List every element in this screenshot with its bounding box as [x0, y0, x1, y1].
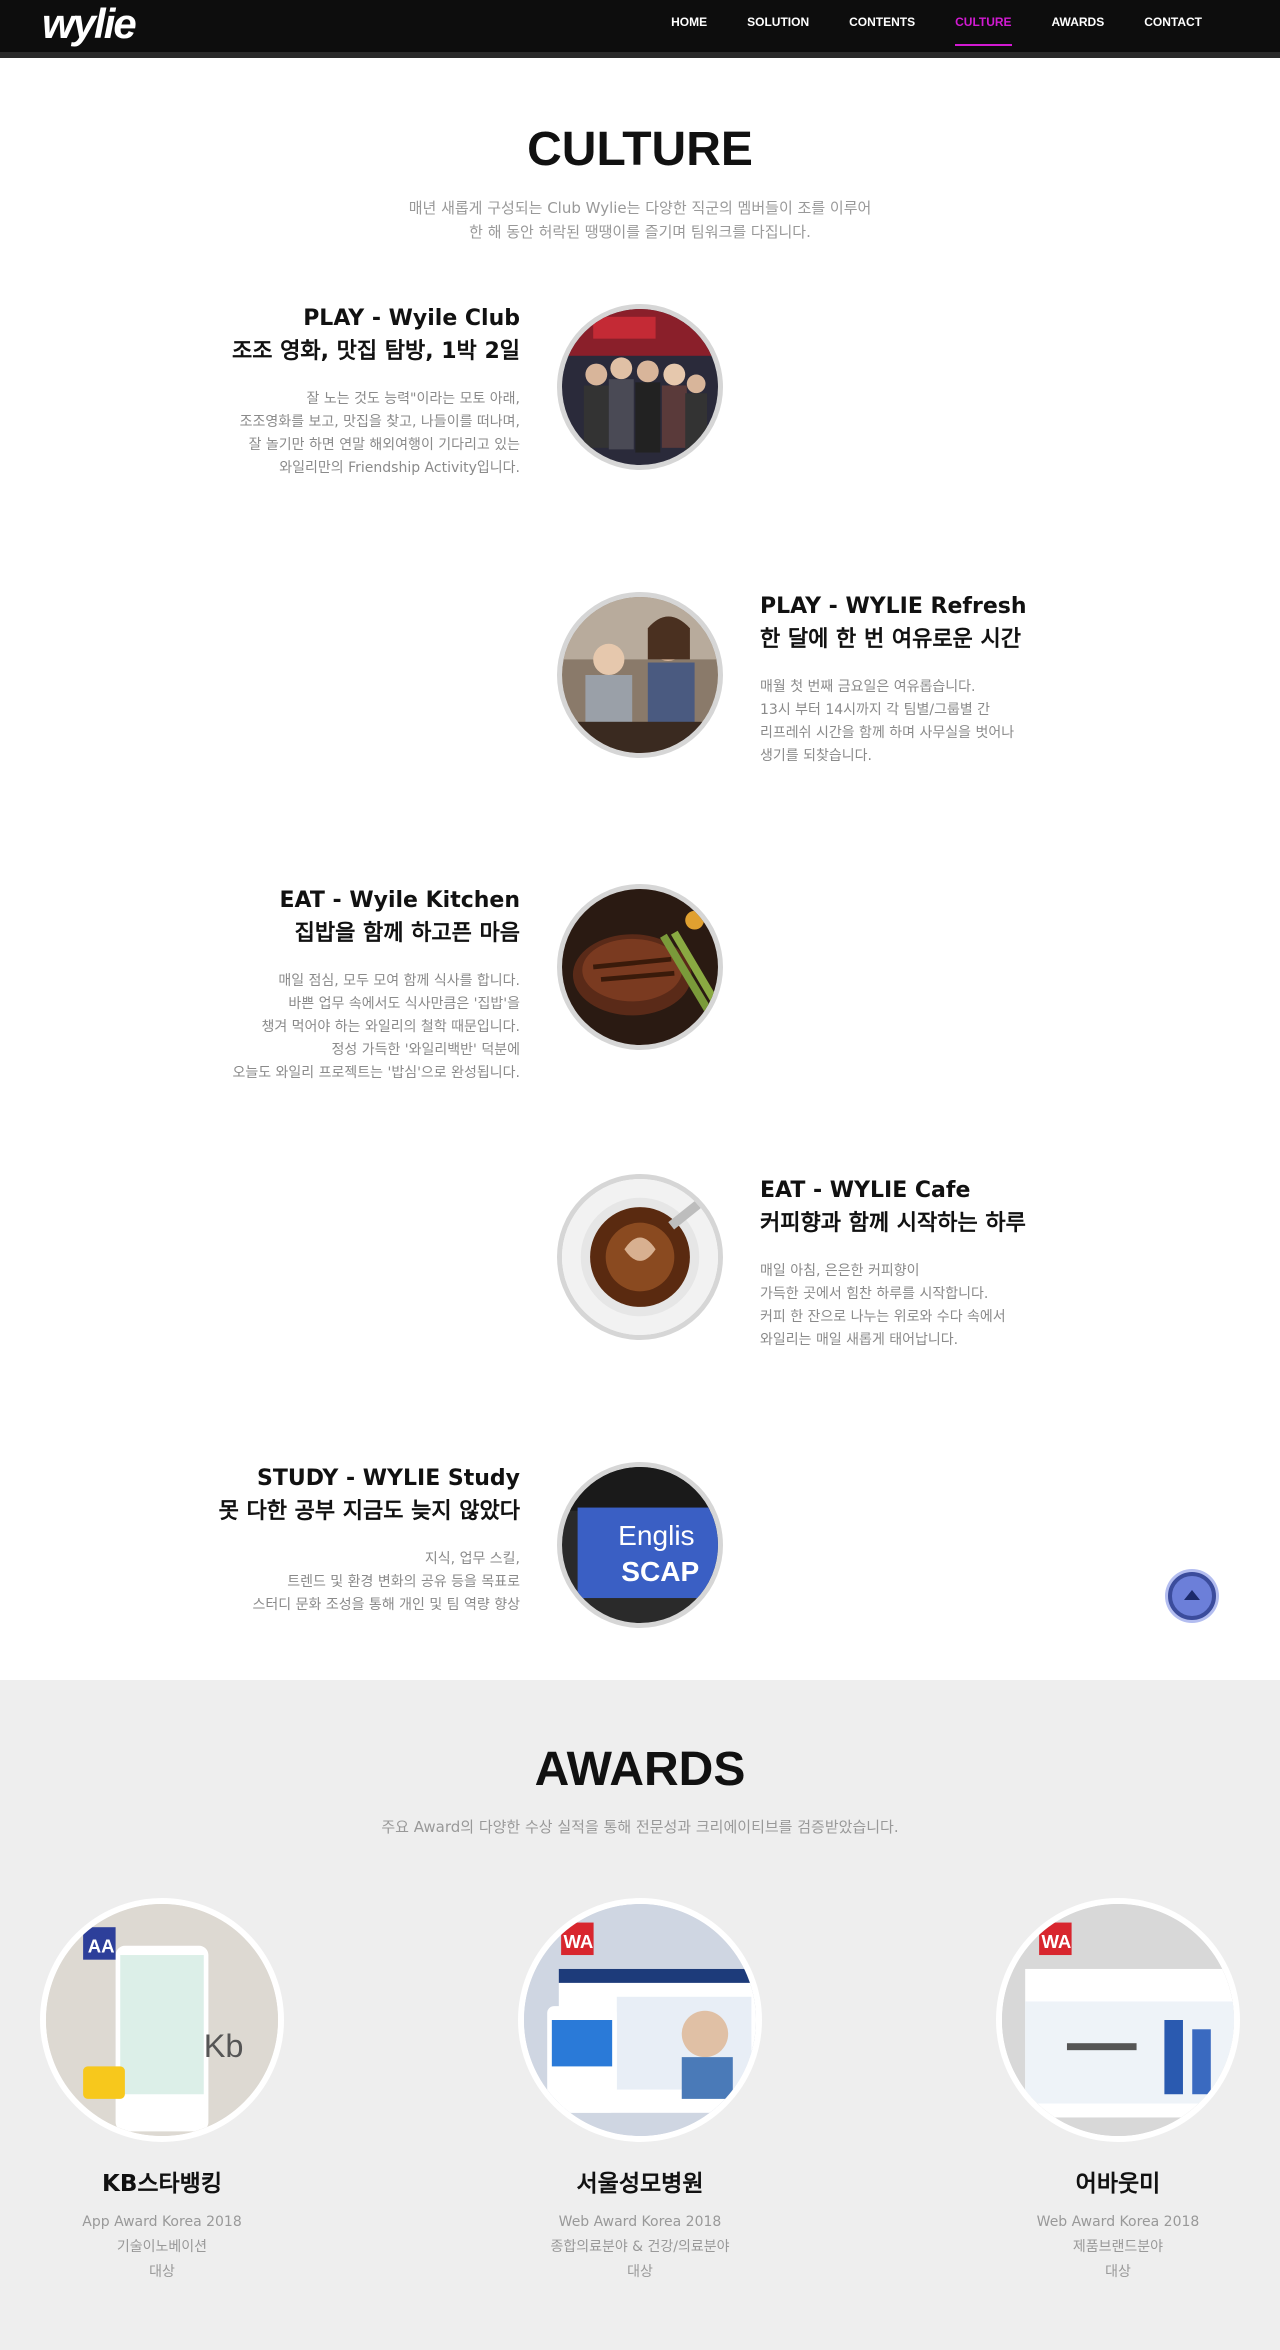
- award-item-seoul-st-mary[interactable]: WA 서울성모병원 Web Award Korea 2018 종합의료분야 & …: [500, 1898, 780, 2285]
- award-image: WA: [518, 1898, 762, 2142]
- item-line: 가득한 곳에서 힘찬 하루를 시작합니다.: [760, 1286, 989, 1302]
- culture-desc-line: 한 해 동안 허락된 땡땡이를 즐기며 팀워크를 다집니다.: [469, 223, 811, 241]
- culture-item-play-club: PLAY - Wyile Club 조조 영화, 맛집 탐방, 1박 2일 잘 …: [100, 302, 520, 480]
- item-line: 정성 가득한 '와일리백반' 덕분에: [331, 1042, 521, 1058]
- award-name: 어바웃미: [1075, 2171, 1161, 2197]
- award-name: 서울성모병원: [576, 2171, 704, 2197]
- award-details: App Award Korea 2018 기술이노베이션 대상: [22, 2210, 302, 2285]
- item-title: EAT - WYLIE Cafe: [760, 1178, 971, 1203]
- item-line: 13시 부터 14시까지 각 팀별/그룹별 간: [760, 702, 991, 718]
- photo-refresh-cafe: [557, 592, 723, 758]
- main-nav: HOME SOLUTION CONTENTS CULTURE AWARDS CO…: [651, 0, 1222, 46]
- award-badge: AA: [88, 1936, 115, 1957]
- award-line: 대상: [149, 2264, 175, 2280]
- item-subtitle: 한 달에 한 번 여유로운 시간: [760, 627, 1021, 652]
- nav-home[interactable]: HOME: [651, 0, 727, 46]
- culture-item-study: STUDY - WYLIE Study 못 다한 공부 지금도 늦지 않았다 지…: [100, 1462, 520, 1617]
- item-line: 와일리만의 Friendship Activity입니다.: [279, 460, 520, 476]
- item-description: 매일 점심, 모두 모여 함께 식사를 합니다. 바쁜 업무 속에서도 식사만큼…: [100, 970, 520, 1085]
- item-line: 지식, 업무 스킬,: [424, 1551, 520, 1567]
- scroll-top-button[interactable]: [1168, 1572, 1216, 1620]
- item-line: 잘 놀기만 하면 연말 해외여행이 기다리고 있는: [248, 437, 520, 453]
- award-name: KB스타뱅킹: [102, 2171, 222, 2197]
- item-line: 챙겨 먹어야 하는 와일리의 철학 때문입니다.: [261, 1019, 520, 1035]
- item-line: 매월 첫 번째 금요일은 여유롭습니다.: [760, 679, 976, 695]
- item-line: 와일리는 매일 새롭게 태어납니다.: [760, 1332, 959, 1348]
- award-image: Kb AA: [40, 1898, 284, 2142]
- item-line: 오늘도 와일리 프로젝트는 '밥심'으로 완성됩니다.: [232, 1065, 520, 1081]
- svg-text:Kb: Kb: [204, 2028, 244, 2064]
- item-description: 잘 노는 것도 능력"이라는 모토 아래, 조조영화를 보고, 맛집을 찾고, …: [100, 388, 520, 480]
- award-line: Web Award Korea 2018: [558, 2214, 722, 2230]
- culture-item-play-refresh: PLAY - WYLIE Refresh 한 달에 한 번 여유로운 시간 매월…: [760, 590, 1180, 768]
- nav-solution[interactable]: SOLUTION: [727, 0, 829, 46]
- item-line: 조조영화를 보고, 맛집을 찾고, 나들이를 떠나며,: [239, 414, 520, 430]
- item-line: 스터디 문화 조성을 통해 개인 및 팀 역량 향상: [252, 1597, 520, 1613]
- item-title: EAT - Wyile Kitchen: [279, 888, 520, 913]
- item-subtitle: 집밥을 함께 하고픈 마음: [294, 921, 520, 946]
- item-line: 매일 점심, 모두 모여 함께 식사를 합니다.: [278, 973, 520, 989]
- item-line: 트렌드 및 환경 변화의 공유 등을 목표로: [287, 1574, 520, 1590]
- award-line: 기술이노베이션: [116, 2239, 208, 2255]
- award-item-aboutme[interactable]: WA 어바웃미 Web Award Korea 2018 제품브랜드분야 대상: [978, 1898, 1258, 2285]
- item-subtitle: 커피향과 함께 시작하는 하루: [760, 1211, 1026, 1236]
- award-line: 대상: [627, 2264, 653, 2280]
- awards-description: 주요 Award의 다양한 수상 실적을 통해 전문성과 크리에이티브를 검증받…: [381, 1818, 899, 1836]
- item-description: 매월 첫 번째 금요일은 여유롭습니다. 13시 부터 14시까지 각 팀별/그…: [760, 676, 1180, 768]
- award-details: Web Award Korea 2018 종합의료분야 & 건강/의료분야 대상: [500, 2210, 780, 2285]
- item-line: 커피 한 잔으로 나누는 위로와 수다 속에서: [760, 1309, 1006, 1325]
- award-line: 대상: [1105, 2264, 1131, 2280]
- award-image: WA: [996, 1898, 1240, 2142]
- awards-title: AWARDS: [534, 1743, 746, 1796]
- photo-study-books: Englis SCAP: [557, 1462, 723, 1628]
- photo-text: Englis: [618, 1520, 694, 1551]
- award-line: App Award Korea 2018: [82, 2214, 242, 2230]
- award-badge: WA: [563, 1931, 593, 1952]
- item-line: 잘 노는 것도 능력"이라는 모토 아래,: [306, 391, 520, 407]
- item-description: 매일 아침, 은은한 커피향이 가득한 곳에서 힘찬 하루를 시작합니다. 커피…: [760, 1260, 1180, 1352]
- photo-steak-dish: [557, 884, 723, 1050]
- item-subtitle: 못 다한 공부 지금도 늦지 않았다: [218, 1499, 520, 1524]
- award-line: Web Award Korea 2018: [1036, 2214, 1200, 2230]
- item-title: STUDY - WYLIE Study: [257, 1466, 520, 1491]
- item-line: 생기를 되찾습니다.: [760, 748, 872, 764]
- arrow-up-icon: [1184, 1590, 1200, 1600]
- photo-text: SCAP: [621, 1556, 699, 1587]
- nav-contact[interactable]: CONTACT: [1124, 0, 1222, 46]
- photo-coffee-cup: [557, 1174, 723, 1340]
- award-item-kb[interactable]: Kb AA KB스타뱅킹 App Award Korea 2018 기술이노베이…: [22, 1898, 302, 2285]
- culture-title: CULTURE: [527, 123, 753, 176]
- awards-section: AWARDS 주요 Award의 다양한 수상 실적을 통해 전문성과 크리에이…: [0, 1680, 1280, 2350]
- item-line: 매일 아침, 은은한 커피향이: [760, 1263, 920, 1279]
- award-line: 종합의료분야 & 건강/의료분야: [550, 2239, 730, 2255]
- item-line: 리프레쉬 시간을 함께 하며 사무실을 벗어나: [760, 725, 1015, 741]
- culture-description: 매년 새롭게 구성되는 Club Wylie는 다양한 직군의 멤버들이 조를 …: [0, 196, 1280, 244]
- item-title: PLAY - WYLIE Refresh: [760, 594, 1027, 619]
- award-line: 제품브랜드분야: [1072, 2239, 1164, 2255]
- nav-awards[interactable]: AWARDS: [1032, 0, 1125, 46]
- award-badge: WA: [1041, 1931, 1071, 1952]
- culture-item-eat-cafe: EAT - WYLIE Cafe 커피향과 함께 시작하는 하루 매일 아침, …: [760, 1174, 1180, 1352]
- logo[interactable]: wylie: [42, 3, 137, 45]
- nav-contents[interactable]: CONTENTS: [829, 0, 935, 46]
- culture-desc-line: 매년 새롭게 구성되는 Club Wylie는 다양한 직군의 멤버들이 조를 …: [408, 199, 872, 217]
- culture-item-eat-kitchen: EAT - Wyile Kitchen 집밥을 함께 하고픈 마음 매일 점심,…: [100, 884, 520, 1085]
- award-details: Web Award Korea 2018 제품브랜드분야 대상: [978, 2210, 1258, 2285]
- item-title: PLAY - Wyile Club: [303, 306, 520, 331]
- item-description: 지식, 업무 스킬, 트렌드 및 환경 변화의 공유 등을 목표로 스터디 문화…: [100, 1548, 520, 1617]
- item-subtitle: 조조 영화, 맛집 탐방, 1박 2일: [231, 339, 520, 364]
- item-line: 바쁜 업무 속에서도 식사만큼은 '집밥'을: [288, 996, 520, 1012]
- photo-club-members: [557, 304, 723, 470]
- nav-culture[interactable]: CULTURE: [935, 0, 1031, 46]
- site-header: wylie HOME SOLUTION CONTENTS CULTURE AWA…: [0, 0, 1280, 58]
